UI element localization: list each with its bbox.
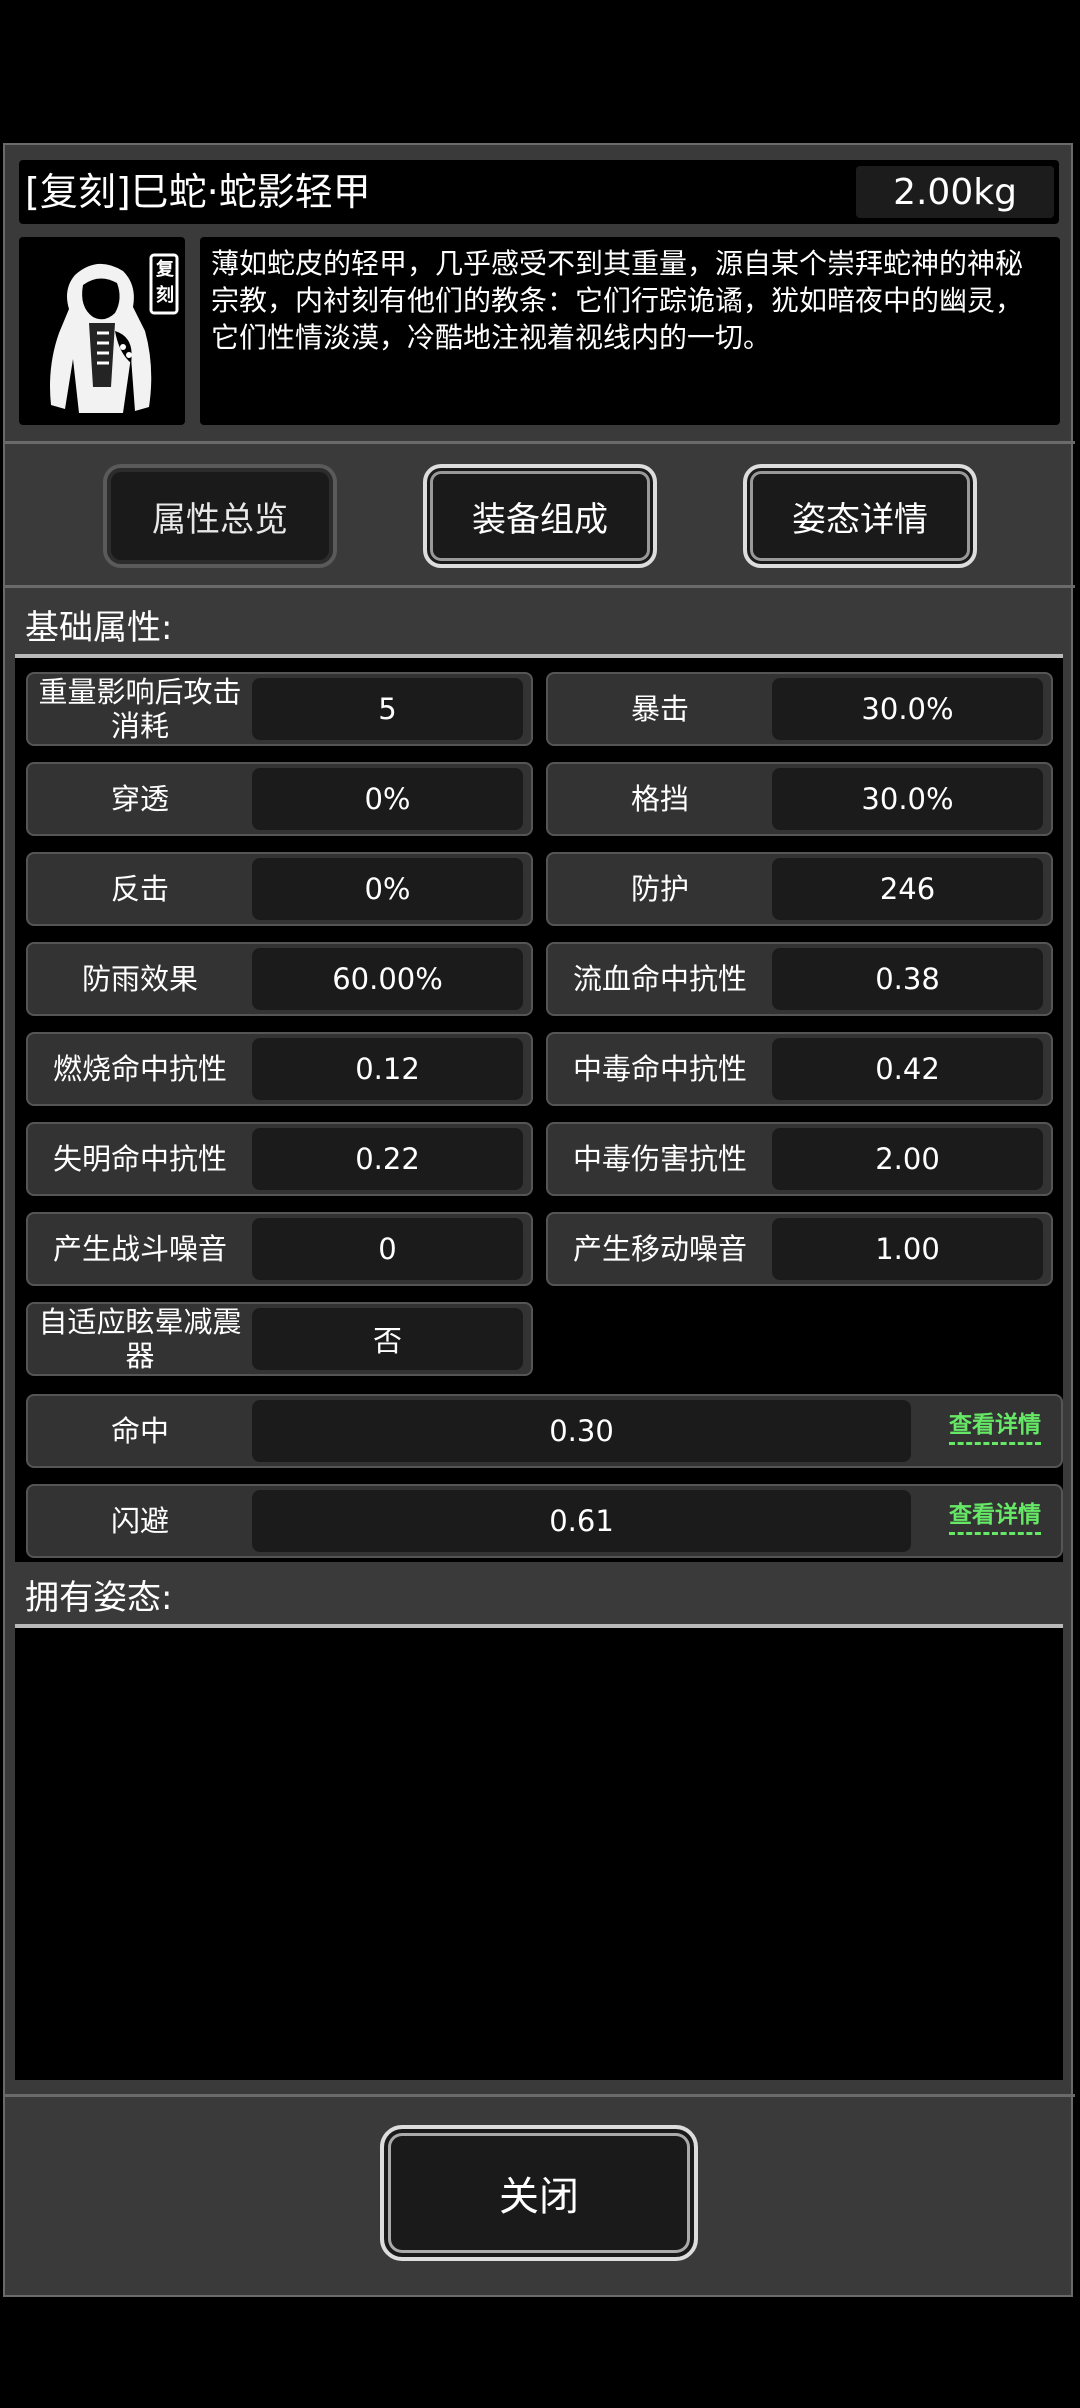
stat-label: 中毒伤害抗性 xyxy=(572,1142,747,1176)
stat-label: 中毒命中抗性 xyxy=(572,1052,747,1086)
stat-row: 防雨效果 60.00% xyxy=(26,942,533,1016)
tab-label: 装备组成 xyxy=(472,499,608,540)
stat-label: 流血命中抗性 xyxy=(572,962,747,996)
stances-panel xyxy=(15,1628,1063,2080)
stat-label: 暴击 xyxy=(630,692,689,726)
tab-label: 姿态详情 xyxy=(792,499,928,540)
stat-label: 自适应眩晕减震器 xyxy=(38,1305,242,1373)
stat-row: 流血命中抗性 0.38 xyxy=(546,942,1053,1016)
stat-row: 中毒命中抗性 0.42 xyxy=(546,1032,1053,1106)
stat-value: 0% xyxy=(252,768,523,830)
divider xyxy=(5,585,1075,588)
stat-label: 闪避 xyxy=(110,1504,169,1538)
close-button[interactable]: 关闭 xyxy=(380,2125,698,2261)
stat-label: 燃烧命中抗性 xyxy=(52,1052,227,1086)
stat-value: 60.00% xyxy=(252,948,523,1010)
stat-value: 0.42 xyxy=(772,1038,1043,1100)
stat-value: 0% xyxy=(252,858,523,920)
stat-row: 暴击 30.0% xyxy=(546,672,1053,746)
view-details-link[interactable]: 查看详情 xyxy=(949,1410,1041,1445)
stat-value: 否 xyxy=(252,1308,523,1370)
stat-row: 穿透 0% xyxy=(26,762,533,836)
stat-row: 格挡 30.0% xyxy=(546,762,1053,836)
close-label: 关闭 xyxy=(499,2174,579,2220)
item-description: 薄如蛇皮的轻甲，几乎感受不到其重量，源自某个崇拜蛇神的神秘宗教，内衬刻有他们的教… xyxy=(200,237,1060,425)
stat-label: 失明命中抗性 xyxy=(52,1142,227,1176)
stat-value: 0 xyxy=(252,1218,523,1280)
stat-value: 30.0% xyxy=(772,768,1043,830)
stat-label: 重量影响后攻击消耗 xyxy=(38,675,242,743)
divider xyxy=(5,441,1075,444)
stat-row: 失明命中抗性 0.22 xyxy=(26,1122,533,1196)
stat-label: 反击 xyxy=(110,872,169,906)
tab-equipment-composition[interactable]: 装备组成 xyxy=(423,464,657,568)
divider xyxy=(5,2094,1075,2097)
stat-row-dodge: 闪避 0.61 查看详情 xyxy=(26,1484,1063,1558)
stat-row: 自适应眩晕减震器 否 xyxy=(26,1302,533,1376)
tab-stance-details[interactable]: 姿态详情 xyxy=(743,464,977,568)
stat-label: 穿透 xyxy=(110,782,169,816)
stat-row: 产生移动噪音 1.00 xyxy=(546,1212,1053,1286)
reissue-badge: 复刻 xyxy=(156,259,174,306)
item-title: [复刻]巳蛇·蛇影轻甲 xyxy=(25,170,371,214)
basic-attributes-header: 基础属性: xyxy=(15,602,1063,658)
stat-label: 产生战斗噪音 xyxy=(52,1232,227,1266)
view-details-link[interactable]: 查看详情 xyxy=(949,1500,1041,1535)
stat-row: 产生战斗噪音 0 xyxy=(26,1212,533,1286)
tab-attribute-overview[interactable]: 属性总览 xyxy=(103,464,337,568)
stat-value: 30.0% xyxy=(772,678,1043,740)
stat-value: 5 xyxy=(252,678,523,740)
stat-row: 燃烧命中抗性 0.12 xyxy=(26,1032,533,1106)
stat-row: 重量影响后攻击消耗 5 xyxy=(26,672,533,746)
item-weight: 2.00kg xyxy=(856,166,1054,218)
stat-label: 防护 xyxy=(630,872,689,906)
stat-value: 0.12 xyxy=(252,1038,523,1100)
stat-value: 246 xyxy=(772,858,1043,920)
stat-row: 中毒伤害抗性 2.00 xyxy=(546,1122,1053,1196)
stat-value: 0.22 xyxy=(252,1128,523,1190)
stat-value: 2.00 xyxy=(772,1128,1043,1190)
stat-row: 反击 0% xyxy=(26,852,533,926)
stat-value: 1.00 xyxy=(772,1218,1043,1280)
stat-label: 命中 xyxy=(110,1414,169,1448)
stat-value: 0.38 xyxy=(772,948,1043,1010)
stat-value: 0.61 xyxy=(252,1490,911,1552)
stances-header: 拥有姿态: xyxy=(15,1572,1063,1628)
item-icon-frame: 复刻 xyxy=(19,237,185,425)
stat-row: 防护 246 xyxy=(546,852,1053,926)
tab-label: 属性总览 xyxy=(152,499,288,540)
stat-label: 防雨效果 xyxy=(81,962,198,996)
stat-label: 格挡 xyxy=(630,782,689,816)
stat-label: 产生移动噪音 xyxy=(572,1232,747,1266)
stat-value: 0.30 xyxy=(252,1400,911,1462)
stat-row-hit: 命中 0.30 查看详情 xyxy=(26,1394,1063,1468)
